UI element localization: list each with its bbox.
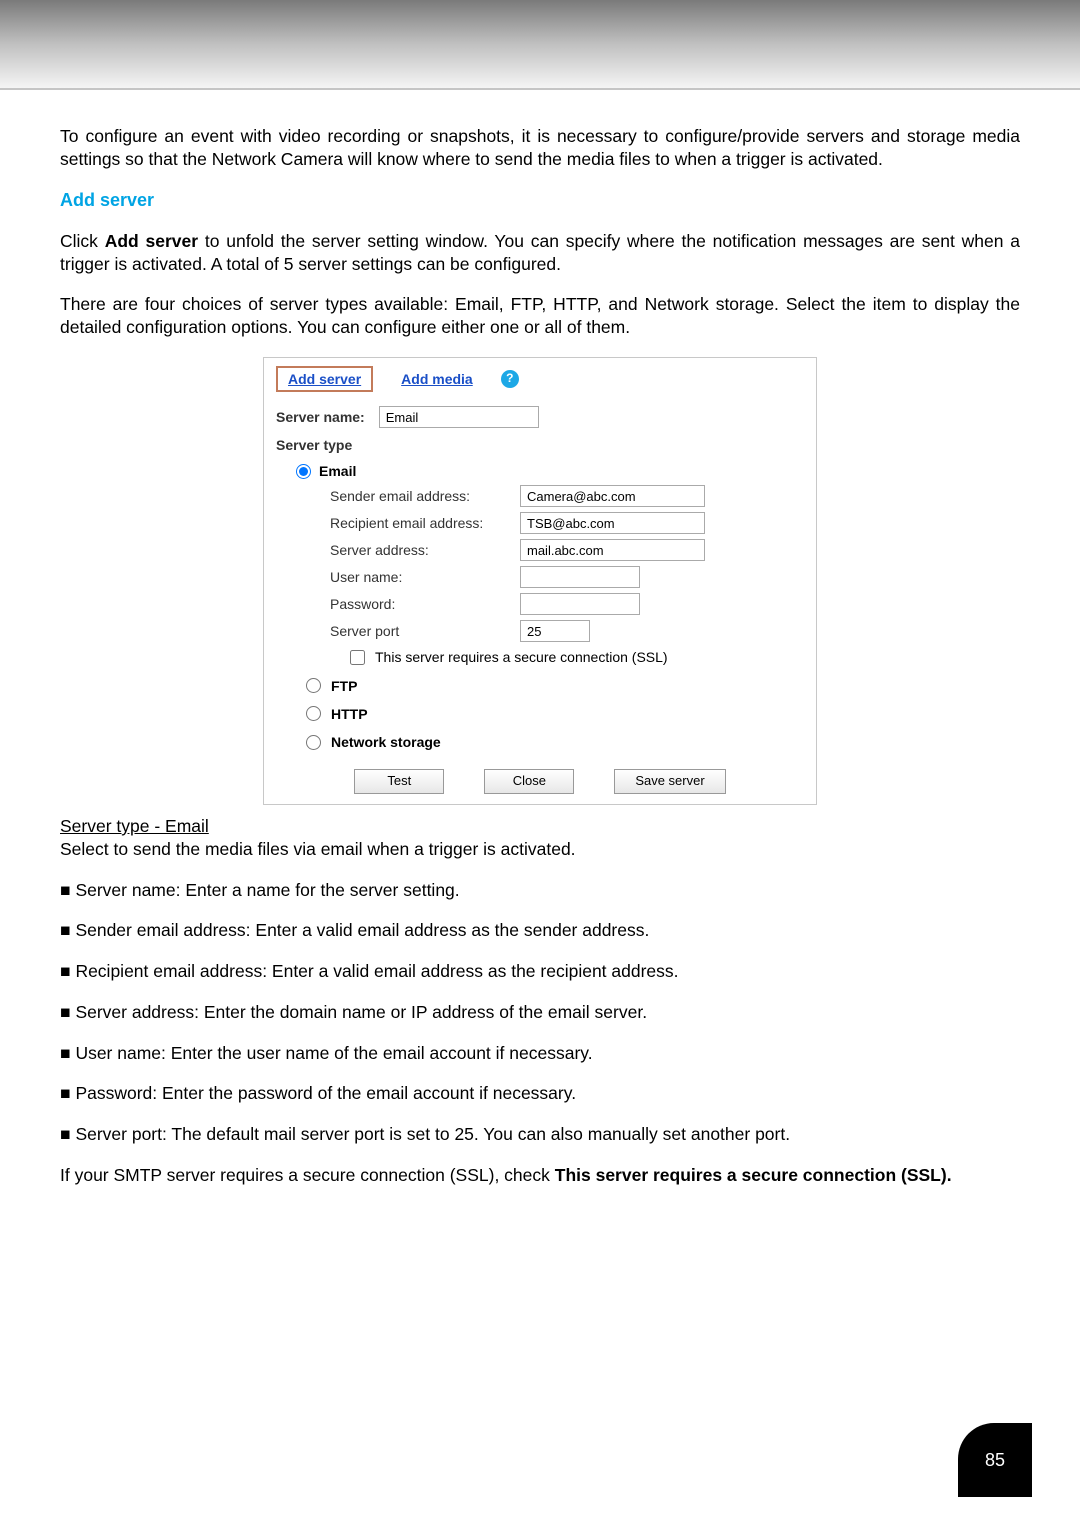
- ssl-note: If your SMTP server requires a secure co…: [60, 1164, 1020, 1187]
- port-label: Server port: [330, 622, 520, 640]
- password-input[interactable]: [520, 593, 640, 615]
- radio-network-storage[interactable]: [306, 735, 321, 750]
- radio-http-label: HTTP: [331, 705, 368, 723]
- section-heading-add-server: Add server: [60, 189, 1020, 212]
- close-button[interactable]: Close: [484, 769, 574, 794]
- server-name-input[interactable]: [379, 406, 539, 428]
- server-name-label: Server name:: [276, 408, 365, 426]
- header-gradient: [0, 0, 1080, 90]
- list-item: Server port: The default mail server por…: [60, 1123, 1020, 1146]
- server-type-email-heading: Server type - Email: [60, 815, 1020, 838]
- radio-http[interactable]: [306, 706, 321, 721]
- list-item: Server address: Enter the domain name or…: [60, 1001, 1020, 1024]
- radio-ftp[interactable]: [306, 678, 321, 693]
- para1-post: to unfold the server setting window. You…: [60, 231, 1020, 274]
- ssl-checkbox[interactable]: [350, 650, 365, 665]
- recipient-input[interactable]: [520, 512, 705, 534]
- list-item: Recipient email address: Enter a valid e…: [60, 960, 1020, 983]
- username-input[interactable]: [520, 566, 640, 588]
- save-server-button[interactable]: Save server: [614, 769, 725, 794]
- paragraph-1: Click Add server to unfold the server se…: [60, 230, 1020, 276]
- password-label: Password:: [330, 595, 520, 613]
- radio-email-label: Email: [319, 462, 356, 480]
- server-config-panel: Add server Add media ? Server name: Serv…: [263, 357, 817, 805]
- username-label: User name:: [330, 568, 520, 586]
- ssl-note-pre: If your SMTP server requires a secure co…: [60, 1165, 555, 1185]
- page-number: 85: [985, 1450, 1005, 1471]
- paragraph-2: There are four choices of server types a…: [60, 293, 1020, 339]
- server-type-email-desc: Select to send the media files via email…: [60, 838, 1020, 861]
- para1-pre: Click: [60, 231, 105, 251]
- list-item: Password: Enter the password of the emai…: [60, 1082, 1020, 1105]
- help-icon[interactable]: ?: [501, 370, 519, 388]
- sender-input[interactable]: [520, 485, 705, 507]
- test-button[interactable]: Test: [354, 769, 444, 794]
- intro-paragraph: To configure an event with video recordi…: [60, 125, 1020, 171]
- radio-ftp-label: FTP: [331, 677, 357, 695]
- list-item: Server name: Enter a name for the server…: [60, 879, 1020, 902]
- bullet-list: Server name: Enter a name for the server…: [60, 879, 1020, 1146]
- para1-bold: Add server: [105, 231, 198, 251]
- server-addr-input[interactable]: [520, 539, 705, 561]
- server-addr-label: Server address:: [330, 541, 520, 559]
- recipient-label: Recipient email address:: [330, 514, 520, 532]
- server-type-label: Server type: [276, 436, 352, 454]
- list-item: Sender email address: Enter a valid emai…: [60, 919, 1020, 942]
- ssl-label: This server requires a secure connection…: [375, 648, 668, 666]
- tab-add-media[interactable]: Add media: [391, 368, 483, 390]
- page-number-badge: 85: [958, 1423, 1032, 1497]
- radio-ns-label: Network storage: [331, 733, 441, 751]
- port-input[interactable]: [520, 620, 590, 642]
- tab-add-server[interactable]: Add server: [276, 366, 373, 392]
- list-item: User name: Enter the user name of the em…: [60, 1042, 1020, 1065]
- ssl-note-bold: This server requires a secure connection…: [555, 1165, 952, 1185]
- sender-label: Sender email address:: [330, 487, 520, 505]
- radio-email[interactable]: [296, 464, 311, 479]
